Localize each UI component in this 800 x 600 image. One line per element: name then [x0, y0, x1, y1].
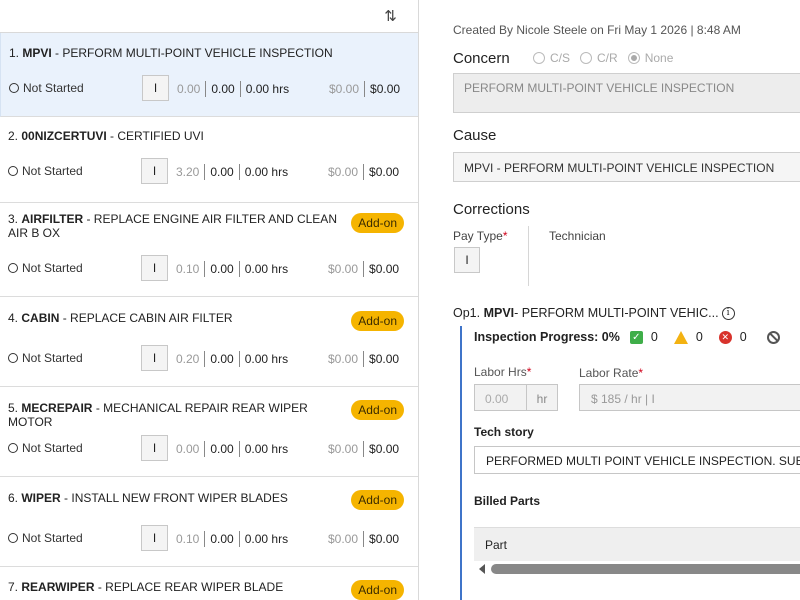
tech-story-label: Tech story: [474, 425, 534, 439]
labor-hrs-label: Labor Hrs*: [474, 365, 532, 379]
check-icon: ✓: [629, 330, 643, 344]
operation-status: Not Started: [9, 81, 84, 95]
concern-radio-cs[interactable]: C/S: [533, 51, 570, 65]
pay-type-button[interactable]: I: [141, 158, 168, 184]
operation-item[interactable]: 3. AIRFILTER - REPLACE ENGINE AIR FILTER…: [0, 203, 418, 297]
addon-badge: Add-on: [351, 580, 404, 600]
parts-horizontal-scrollbar[interactable]: [474, 562, 800, 576]
price-values: $0.00 $0.00: [328, 441, 400, 457]
addon-badge: Add-on: [351, 490, 404, 510]
pay-type-button[interactable]: I: [142, 75, 169, 101]
divider: [528, 226, 529, 286]
status-circle-icon: [8, 263, 18, 273]
operation-status: Not Started: [8, 261, 83, 275]
hours-values: 0.20 0.00 0.00 hrs: [176, 351, 289, 367]
pay-type-button[interactable]: I: [141, 255, 168, 281]
hours-values: 0.00 0.00 0.00 hrs: [177, 81, 290, 97]
hours-values: 3.20 0.00 0.00 hrs: [176, 164, 289, 180]
operation-item[interactable]: 5. MECREPAIR - MECHANICAL REPAIR REAR WI…: [0, 387, 418, 477]
addon-badge: Add-on: [351, 213, 404, 233]
info-icon[interactable]: i: [721, 306, 735, 320]
operation-title: 4. CABIN - REPLACE CABIN AIR FILTER: [8, 311, 233, 325]
labor-rate-label: Labor Rate*: [579, 366, 644, 380]
operation-title: 3. AIRFILTER - REPLACE ENGINE AIR FILTER…: [8, 212, 337, 240]
hours-values: 0.10 0.00 0.00 hrs: [176, 531, 289, 547]
radio-icon: [580, 52, 593, 64]
sort-up-down-icon: ⇅: [384, 8, 397, 25]
not-applicable-icon: [766, 330, 780, 344]
error-icon: ✕: [718, 330, 732, 344]
pay-type-select[interactable]: I: [454, 247, 480, 273]
status-circle-icon: [8, 443, 18, 453]
hours-values: 0.10 0.00 0.00 hrs: [176, 261, 289, 277]
operation-item[interactable]: 4. CABIN - REPLACE CABIN AIR FILTER Add-…: [0, 297, 418, 387]
operation-item[interactable]: 1. MPVI - PERFORM MULTI-POINT VEHICLE IN…: [0, 33, 418, 117]
created-by-text: Created By Nicole Steele on Fri May 1 20…: [453, 23, 741, 37]
scroll-left-icon[interactable]: [479, 564, 485, 574]
operation-title: 7. REARWIPER - REPLACE REAR WIPER BLADE: [8, 580, 284, 594]
hours-values: 0.00 0.00 0.00 hrs: [176, 441, 289, 457]
operation-status: Not Started: [8, 164, 83, 178]
operation-detail-panel: Created By Nicole Steele on Fri May 1 20…: [419, 0, 800, 600]
labor-hrs-unit: hr: [536, 392, 548, 406]
cause-field[interactable]: MPVI - PERFORM MULTI-POINT VEHICLE INSPE…: [453, 152, 800, 182]
operation-title: 1. MPVI - PERFORM MULTI-POINT VEHICLE IN…: [9, 46, 333, 60]
operation-header: Op1. MPVI - PERFORM MULTI-POINT VEHIC...…: [453, 306, 735, 320]
warning-icon: [673, 330, 688, 344]
operation-title: 6. WIPER - INSTALL NEW FRONT WIPER BLADE…: [8, 491, 288, 505]
labor-hrs-input[interactable]: 0.00 hr: [474, 384, 558, 411]
price-values: $0.00 $0.00: [328, 164, 400, 180]
price-values: $0.00 $0.00: [328, 261, 400, 277]
operation-item[interactable]: 7. REARWIPER - REPLACE REAR WIPER BLADE …: [0, 567, 418, 600]
operation-item[interactable]: 6. WIPER - INSTALL NEW FRONT WIPER BLADE…: [0, 477, 418, 567]
operation-status: Not Started: [8, 441, 83, 455]
scroll-thumb[interactable]: [491, 564, 800, 574]
operation-title: 5. MECREPAIR - MECHANICAL REPAIR REAR WI…: [8, 401, 308, 429]
sort-button[interactable]: ⇅: [362, 0, 418, 32]
status-circle-icon: [9, 83, 19, 93]
operation-accent-rail: [460, 326, 462, 600]
concern-label: Concern: [453, 50, 510, 67]
pay-type-button[interactable]: I: [141, 435, 168, 461]
billed-parts-label: Billed Parts: [474, 494, 541, 508]
price-values: $0.00 $0.00: [329, 81, 401, 97]
cause-label: Cause: [453, 127, 497, 144]
concern-textarea[interactable]: PERFORM MULTI-POINT VEHICLE INSPECTION: [453, 73, 800, 113]
addon-badge: Add-on: [351, 311, 404, 331]
inspection-progress: Inspection Progress: 0% ✓ 0 0 ✕ 0: [474, 330, 780, 344]
pay-type-label: Pay Type*: [453, 229, 508, 243]
radio-icon: [533, 52, 545, 64]
parts-table-header: Part: [474, 527, 800, 561]
operation-title: 2. 00NIZCERTUVI - CERTIFIED UVI: [8, 129, 204, 143]
corrections-label: Corrections: [453, 201, 530, 218]
pay-type-button[interactable]: I: [141, 345, 168, 371]
status-circle-icon: [8, 166, 18, 176]
technician-label: Technician: [549, 229, 606, 243]
labor-hrs-value: 0.00: [475, 385, 527, 410]
concern-radio-cr[interactable]: C/R: [580, 51, 618, 65]
operations-list-panel: ⇅ 1. MPVI - PERFORM MULTI-POINT VEHICLE …: [0, 0, 419, 600]
tech-story-input[interactable]: PERFORMED MULTI POINT VEHICLE INSPECTION…: [474, 446, 800, 474]
pay-type-button[interactable]: I: [141, 525, 168, 551]
status-circle-icon: [8, 533, 18, 543]
operation-status: Not Started: [8, 351, 83, 365]
operation-status: Not Started: [8, 531, 83, 545]
concern-radio-none[interactable]: None: [627, 51, 673, 65]
radio-selected-icon: [627, 52, 640, 64]
operation-item[interactable]: 2. 00NIZCERTUVI - CERTIFIED UVI Not Star…: [0, 117, 418, 203]
addon-badge: Add-on: [351, 400, 404, 420]
labor-rate-input[interactable]: $ 185 / hr | I: [579, 384, 800, 411]
required-mark: *: [502, 229, 508, 243]
price-values: $0.00 $0.00: [328, 531, 400, 547]
concern-radio-group: C/S C/R None: [533, 51, 683, 65]
price-values: $0.00 $0.00: [328, 351, 400, 367]
status-circle-icon: [8, 353, 18, 363]
